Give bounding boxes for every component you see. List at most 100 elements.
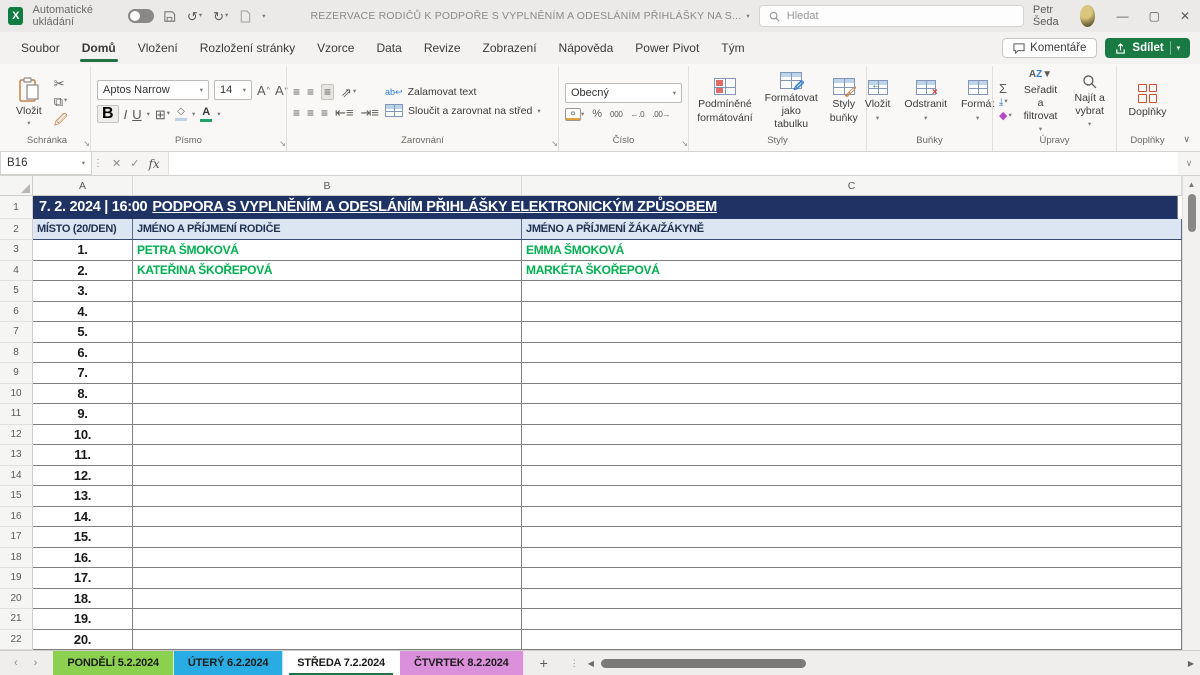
format-painter-icon[interactable]: 🖉 <box>54 113 68 126</box>
scroll-up-icon[interactable]: ▲ <box>1183 176 1200 192</box>
document-title[interactable]: REZERVACE RODIČŮ K PODPOŘE S VYPLNĚNÍM A… <box>311 10 750 22</box>
row-header-19[interactable]: 19 <box>0 568 33 589</box>
comments-button[interactable]: Komentáře <box>1002 38 1097 58</box>
bold-button[interactable]: B <box>97 105 119 123</box>
cancel-entry-icon[interactable]: ✕ <box>112 157 121 170</box>
cell-parent[interactable] <box>133 322 522 343</box>
formula-input[interactable] <box>169 152 1178 175</box>
cell-slot[interactable]: 17. <box>33 568 133 589</box>
cell-student[interactable] <box>522 466 1182 487</box>
formula-bar-grip[interactable]: ⋮ <box>92 152 104 175</box>
autosave-toggle[interactable] <box>128 9 154 23</box>
fill-down-icon[interactable]: ⤓▾ <box>999 98 1012 108</box>
cell-parent[interactable] <box>133 568 522 589</box>
row-header-14[interactable]: 14 <box>0 466 33 487</box>
cell-slot[interactable]: 16. <box>33 548 133 569</box>
decrease-decimal-icon[interactable]: .00→ <box>652 110 670 119</box>
cell-parent[interactable]: KATEŘINA ŠKOŘEPOVÁ <box>133 261 522 282</box>
cell-student[interactable]: MARKÉTA ŠKOŘEPOVÁ <box>522 261 1182 282</box>
user-name[interactable]: Petr Šeda <box>1033 4 1066 28</box>
format-as-table-button[interactable]: 🖉 Formátovat jako tabulku <box>761 72 822 131</box>
insert-cells-button[interactable]: ← Vložit▾ <box>861 80 895 122</box>
cell-slot[interactable]: 10. <box>33 425 133 446</box>
clear-icon[interactable]: ◆▾ <box>999 111 1012 122</box>
copy-icon[interactable]: ⧉▾ <box>54 95 68 108</box>
cell-slot[interactable]: 9. <box>33 404 133 425</box>
row-header-17[interactable]: 17 <box>0 527 33 548</box>
row-header-13[interactable]: 13 <box>0 445 33 466</box>
cell-slot[interactable]: 7. <box>33 363 133 384</box>
horizontal-scroll-thumb[interactable] <box>601 659 806 668</box>
ribbon-tab-soubor[interactable]: Soubor <box>10 32 71 64</box>
row-header-10[interactable]: 10 <box>0 384 33 405</box>
sheet-tab-středa-7-2-2024[interactable]: STŘEDA 7.2.2024 <box>283 651 400 675</box>
cell-parent[interactable] <box>133 302 522 323</box>
orientation-icon[interactable]: ⇗▾ <box>341 86 356 99</box>
cell-student[interactable] <box>522 445 1182 466</box>
cell-header-slot[interactable]: MÍSTO (20/DEN) <box>33 219 133 240</box>
row-header-3[interactable]: 3 <box>0 240 33 261</box>
insert-function-icon[interactable]: fx <box>148 157 159 171</box>
cell-parent[interactable] <box>133 507 522 528</box>
cell-parent[interactable] <box>133 404 522 425</box>
expand-formula-bar-icon[interactable]: ∨ <box>1178 152 1200 175</box>
name-box[interactable]: B16 ▾ <box>0 152 92 175</box>
cell-slot[interactable]: 13. <box>33 486 133 507</box>
cell-parent[interactable] <box>133 363 522 384</box>
cell-parent[interactable] <box>133 527 522 548</box>
row-header-8[interactable]: 8 <box>0 343 33 364</box>
row-header-21[interactable]: 21 <box>0 609 33 630</box>
ribbon-tab-rozložení-stránky[interactable]: Rozložení stránky <box>189 32 306 64</box>
cell-header-student[interactable]: JMÉNO A PŘÍJMENÍ ŽÁKA/ŽÁKYNĚ <box>522 219 1182 240</box>
cell-student[interactable] <box>522 302 1182 323</box>
cell-slot[interactable]: 4. <box>33 302 133 323</box>
row-header-18[interactable]: 18 <box>0 548 33 569</box>
row-header-6[interactable]: 6 <box>0 302 33 323</box>
ribbon-tab-vložení[interactable]: Vložení <box>127 32 189 64</box>
save-icon[interactable] <box>163 10 176 23</box>
delete-cells-button[interactable]: × Odstranit▾ <box>900 80 951 122</box>
cell-parent[interactable] <box>133 466 522 487</box>
conditional-formatting-button[interactable]: Podmíněné formátování <box>693 78 756 124</box>
ribbon-tab-data[interactable]: Data <box>365 32 412 64</box>
cell-slot[interactable]: 3. <box>33 281 133 302</box>
row-header-15[interactable]: 15 <box>0 486 33 507</box>
qat-overflow-icon[interactable]: ▾ <box>262 12 265 20</box>
cut-icon[interactable]: ✂ <box>54 77 68 90</box>
cell-title[interactable]: 7. 2. 2024 | 16:00 PODPORA S VYPLNĚNÍM A… <box>33 196 1178 219</box>
scroll-right-icon[interactable]: ▶ <box>1188 659 1194 668</box>
cell-parent[interactable] <box>133 548 522 569</box>
cell-student[interactable] <box>522 343 1182 364</box>
vertical-scroll-thumb[interactable] <box>1188 194 1196 232</box>
align-top-icon[interactable]: ≡ <box>293 86 300 98</box>
cell-student[interactable] <box>522 589 1182 610</box>
cell-student[interactable] <box>522 507 1182 528</box>
cell-parent[interactable] <box>133 281 522 302</box>
row-header-16[interactable]: 16 <box>0 507 33 528</box>
sort-filter-button[interactable]: AZ▼ Seřadit a filtrovat▾ <box>1016 69 1066 135</box>
sheet-tab-čtvrtek-8-2-2024[interactable]: ČTVRTEK 8.2.2024 <box>400 651 524 675</box>
number-dialog-launcher-icon[interactable]: ↘ <box>681 140 688 148</box>
font-name-select[interactable]: Aptos Narrow▾ <box>97 80 209 100</box>
cell-student[interactable] <box>522 548 1182 569</box>
align-middle-icon[interactable]: ≡ <box>307 86 314 98</box>
cell-parent[interactable] <box>133 589 522 610</box>
share-button[interactable]: Sdílet ▾ <box>1105 38 1190 58</box>
find-select-button[interactable]: Najít a vybrat▾ <box>1069 74 1110 129</box>
excel-logo-icon[interactable]: X <box>8 7 23 25</box>
paste-button[interactable]: Vložit ▾ <box>10 75 48 129</box>
cell-slot[interactable]: 12. <box>33 466 133 487</box>
row-header-12[interactable]: 12 <box>0 425 33 446</box>
cell-parent[interactable] <box>133 445 522 466</box>
close-button[interactable]: ✕ <box>1180 9 1190 23</box>
cell-slot[interactable]: 19. <box>33 609 133 630</box>
avatar[interactable] <box>1080 5 1095 27</box>
row-header-7[interactable]: 7 <box>0 322 33 343</box>
cell-parent[interactable] <box>133 384 522 405</box>
cell-slot[interactable]: 6. <box>33 343 133 364</box>
cell-slot[interactable]: 11. <box>33 445 133 466</box>
confirm-entry-icon[interactable]: ✓ <box>130 157 139 170</box>
row-header-22[interactable]: 22 <box>0 630 33 651</box>
cell-parent[interactable] <box>133 630 522 651</box>
cell-student[interactable] <box>522 281 1182 302</box>
